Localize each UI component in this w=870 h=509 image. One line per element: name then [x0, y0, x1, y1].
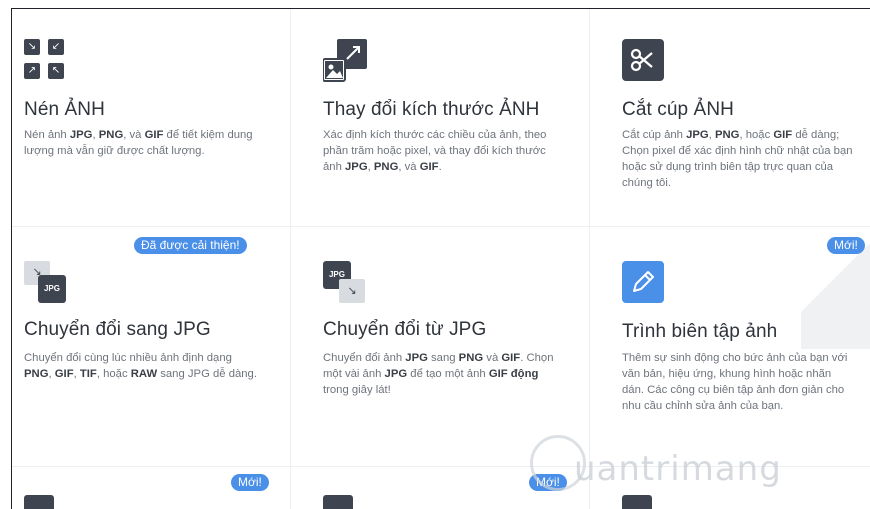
- card-description: Nén ảnh JPG, PNG, và GIF để tiết kiệm du…: [24, 129, 253, 157]
- grid-divider: [589, 9, 590, 509]
- tool-card-convert-from-jpg[interactable]: JPG ↘ Chuyển đổi từ JPG Chuyển đổi ảnh J…: [323, 261, 573, 441]
- tool-card-crop[interactable]: Cắt cúp ẢNH Cắt cúp ảnh JPG, PNG, hoặc G…: [622, 39, 862, 219]
- card-title: Cắt cúp ẢNH: [622, 99, 734, 120]
- compress-icon: ↘ ↙ ↗ ↖: [24, 39, 68, 83]
- convert-from-jpg-icon: JPG ↘: [323, 261, 367, 305]
- card-title: Chuyển đổi sang JPG: [24, 319, 211, 340]
- new-badge: Mới!: [827, 237, 865, 254]
- user-icon[interactable]: [24, 495, 54, 509]
- card-description: Chuyển đổi ảnh JPG sang PNG và GIF. Chọn…: [323, 352, 554, 396]
- tool-card-resize[interactable]: Thay đổi kích thước ẢNH Xác định kích th…: [322, 39, 573, 219]
- scissors-icon: [622, 39, 664, 81]
- pencil-icon: [622, 261, 664, 303]
- card-description: Thêm sự sinh động cho bức ảnh của bạn vớ…: [622, 352, 848, 412]
- tool-card-photo-editor[interactable]: Trình biên tập ảnh Thêm sự sinh động cho…: [622, 261, 862, 441]
- grid-divider: [12, 226, 870, 227]
- card-title: Trình biên tập ảnh: [622, 321, 778, 342]
- tool-card-compress[interactable]: ↘ ↙ ↗ ↖ Nén ẢNH Nén ảnh JPG, PNG, và GIF…: [24, 39, 274, 219]
- new-badge: Mới!: [231, 474, 269, 491]
- card-description: Xác định kích thước các chiều của ảnh, t…: [323, 129, 547, 173]
- card-description: Chuyển đổi cùng lúc nhiều ảnh định dạng …: [24, 352, 257, 380]
- resize-image-icon: [322, 39, 367, 83]
- grid-divider: [290, 9, 291, 509]
- star-tool-icon[interactable]: [622, 495, 652, 509]
- circle-tool-icon[interactable]: [323, 495, 353, 509]
- improved-badge: Đã được cải thiện!: [134, 237, 247, 254]
- tool-card-convert-to-jpg[interactable]: ↘ JPG Chuyển đổi sang JPG Chuyển đổi cùn…: [24, 261, 274, 441]
- card-title: Nén ẢNH: [24, 99, 105, 120]
- card-title: Chuyển đổi từ JPG: [323, 319, 487, 340]
- tools-grid: ↘ ↙ ↗ ↖ Nén ẢNH Nén ảnh JPG, PNG, và GIF…: [11, 8, 870, 509]
- card-title: Thay đổi kích thước ẢNH: [323, 99, 540, 120]
- card-description: Cắt cúp ảnh JPG, PNG, hoặc GIF dễ dàng; …: [622, 129, 853, 189]
- watermark-text: uantrimang: [574, 449, 782, 489]
- convert-to-jpg-icon: ↘ JPG: [24, 261, 68, 305]
